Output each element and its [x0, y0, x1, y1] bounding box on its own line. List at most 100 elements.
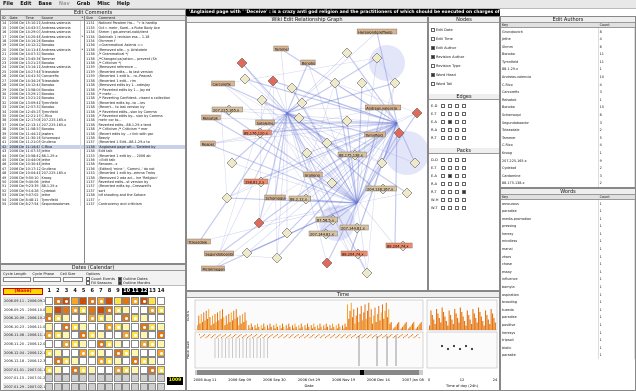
calendar-day-cell[interactable]: [45, 322, 53, 331]
calendar-day-cell[interactable]: [70, 357, 79, 366]
edge-checkbox[interactable]: [462, 136, 466, 140]
calendar-day-cell[interactable]: [131, 305, 139, 314]
calendar-day-cell[interactable]: [105, 383, 114, 390]
calendar-day-cell[interactable]: [70, 331, 79, 340]
word-row[interactable]: influence 1: [501, 275, 635, 284]
pack-checkbox[interactable]: [462, 174, 466, 178]
calendar-day-cell[interactable]: [131, 340, 139, 348]
calendar-day-cell[interactable]: [62, 357, 71, 366]
calendar-day-cell[interactable]: [139, 348, 148, 357]
graph-node-diamond[interactable]: [239, 73, 251, 85]
outline-months-checkbox[interactable]: [117, 281, 122, 285]
graph-node-author[interactable]: Sataleme: [257, 121, 275, 125]
calendar-day-cell[interactable]: [79, 331, 88, 340]
word-row[interactable]: brooding 1: [501, 298, 635, 307]
calendar-day-cell[interactable]: [113, 314, 122, 323]
calendar-day-cell[interactable]: [96, 357, 105, 366]
calendar-day-cell[interactable]: [70, 297, 79, 305]
calendar-day-cell[interactable]: [88, 331, 96, 340]
cycle-length-slider[interactable]: [3, 277, 31, 282]
calendar-day-cell[interactable]: [79, 340, 88, 348]
graph-node-author[interactable]: Andreas.valencia: [366, 106, 397, 110]
word-row[interactable]: essay 1: [501, 268, 635, 276]
calendar-day-cell[interactable]: [131, 314, 139, 323]
edge-checkbox[interactable]: [455, 128, 459, 132]
calendar-day-cell[interactable]: [113, 348, 122, 357]
word-row[interactable]: bomyia 1: [501, 283, 635, 292]
calendar-day-cell[interactable]: [45, 297, 53, 305]
calendar-day-cell[interactable]: [62, 365, 71, 374]
author-row[interactable]: Tymnfield 11: [501, 58, 635, 66]
graph-node-diamond[interactable]: [221, 192, 233, 204]
author-row[interactable]: Shmm 6: [501, 43, 635, 51]
calendar-day-cell[interactable]: [156, 383, 165, 390]
calendar-day-cell[interactable]: [156, 348, 165, 357]
calendar-day-cell[interactable]: [45, 365, 53, 374]
edge-checkbox[interactable]: [462, 112, 466, 116]
author-row[interactable]: Reisatok 1: [501, 96, 635, 104]
calendar-day-cell[interactable]: [62, 331, 71, 340]
calendar-day-cell[interactable]: [122, 374, 131, 383]
graph-node-ip[interactable]: 88.175.138.x: [339, 154, 364, 158]
calendar-day-cell[interactable]: [45, 357, 53, 366]
calendar-day-cell[interactable]: [105, 357, 114, 366]
comment-row[interactable]: 552006 Dec8:27:54Sequndosobmes: [1, 202, 84, 207]
calendar-day-cell[interactable]: [131, 297, 139, 305]
fill-seasons-checkbox[interactable]: [86, 281, 90, 285]
author-row[interactable]: Andreas.valencia 10: [501, 73, 635, 82]
calendar-day-cell[interactable]: [88, 322, 96, 331]
calendar-day-cell[interactable]: [45, 374, 53, 383]
calendar-day-cell[interactable]: [148, 365, 157, 374]
calendar-day-cell[interactable]: [156, 314, 165, 323]
calendar-day-cell[interactable]: [156, 374, 165, 383]
graph-node-author[interactable]: Carcorefix: [213, 82, 232, 86]
pack-checkbox[interactable]: [455, 206, 459, 210]
author-row[interactable]: Schomoqui 8: [501, 111, 635, 120]
calendar-day-cell[interactable]: [113, 374, 122, 383]
calendar-day-cell[interactable]: [122, 331, 131, 340]
word-row[interactable]: chase 1: [501, 260, 635, 269]
node-option[interactable]: Edit Author: [431, 43, 497, 52]
graph-node-author[interactable]: McGilmegan: [203, 267, 225, 271]
calendar-day-cell[interactable]: [113, 383, 122, 390]
pack-checkbox[interactable]: [455, 166, 459, 170]
calendar-day-cell[interactable]: [45, 331, 53, 340]
calendar-day-cell[interactable]: [113, 297, 122, 305]
word-row[interactable]: paradise 1: [501, 207, 635, 216]
graph-node-author[interactable]: Tymnfield: [365, 133, 383, 137]
calendar-day-cell[interactable]: [79, 322, 88, 331]
graph-node-diamond[interactable]: [361, 267, 373, 279]
calendar-day-cell[interactable]: [113, 357, 122, 366]
calendar-day-cell[interactable]: [96, 348, 105, 357]
calendar-day-cell[interactable]: [148, 322, 157, 331]
calendar-day-cell[interactable]: [70, 322, 79, 331]
graph-node-diamond[interactable]: [241, 247, 253, 259]
calendar-day-cell[interactable]: [53, 374, 62, 383]
outline-months-option[interactable]: Outline Months: [117, 281, 150, 285]
calendar-day-cell[interactable]: [53, 305, 62, 314]
edge-checkbox[interactable]: [448, 136, 452, 140]
calendar-day-cell[interactable]: [139, 305, 148, 314]
calendar-day-cell[interactable]: [156, 340, 165, 348]
calendar-day-cell[interactable]: [70, 365, 79, 374]
graph-node-ip[interactable]: 198.81.2.x: [245, 181, 265, 185]
pack-checkbox[interactable]: [462, 190, 466, 194]
pack-checkbox[interactable]: [441, 190, 445, 194]
edge-checkbox[interactable]: [462, 128, 466, 132]
calendar-day-cell[interactable]: [79, 365, 88, 374]
calendar-day-cell[interactable]: [148, 374, 157, 383]
node-option[interactable]: Edit Time: [431, 34, 497, 43]
word-row[interactable]: paradise 1: [501, 313, 635, 322]
menu-help[interactable]: Help: [117, 1, 130, 7]
edge-checkbox[interactable]: [448, 128, 452, 132]
calendar-day-cell[interactable]: [88, 305, 96, 314]
calendar-day-cell[interactable]: [45, 340, 53, 348]
node-option[interactable]: Word Head: [431, 70, 497, 79]
calendar-day-cell[interactable]: [148, 314, 157, 323]
calendar-day-cell[interactable]: [53, 314, 62, 323]
author-row[interactable]: Kroog 1: [501, 149, 635, 157]
calendar-day-cell[interactable]: [96, 331, 105, 340]
calendar-day-cell[interactable]: [139, 331, 148, 340]
calendar-day-cell[interactable]: [96, 365, 105, 374]
calendar-day-cell[interactable]: [139, 322, 148, 331]
